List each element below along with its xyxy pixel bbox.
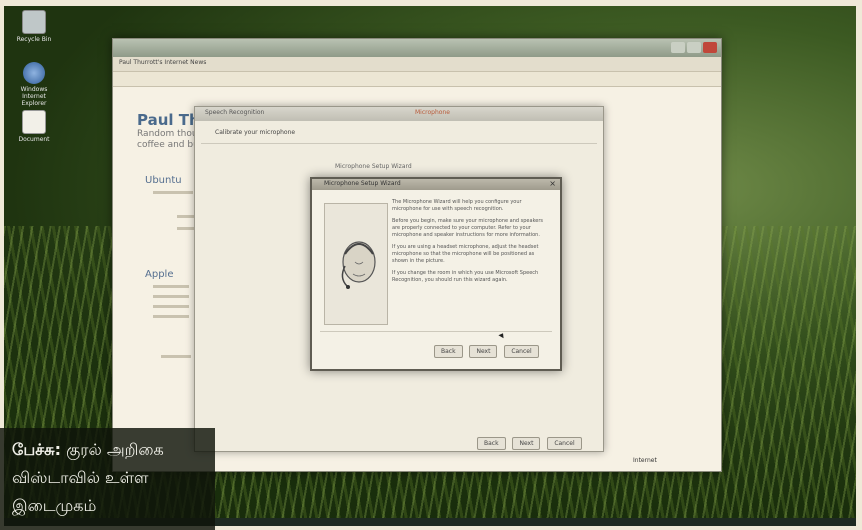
wizard-paragraph: Before you begin, make sure your microph… — [392, 218, 544, 238]
desktop-icon-label: Document — [18, 136, 50, 143]
browser-toolbar — [113, 72, 721, 87]
document-icon — [22, 110, 46, 134]
blog-heading[interactable]: Apple — [145, 269, 173, 280]
wizard-paragraph: If you are using a headset microphone, a… — [392, 244, 539, 264]
headset-person-icon — [341, 241, 376, 289]
desktop-icon-document[interactable]: Document — [12, 110, 56, 143]
browser-titlebar[interactable] — [113, 39, 721, 57]
wizard-button-row: Back Next Cancel — [430, 345, 539, 358]
close-icon[interactable] — [703, 42, 717, 53]
wizard-instructions: The Microphone Wizard will help you conf… — [392, 199, 548, 289]
blog-text-line — [153, 305, 189, 308]
wizard-paragraph: The Microphone Wizard will help you conf… — [392, 199, 522, 212]
recycle-bin-icon — [22, 10, 46, 34]
maximize-icon[interactable] — [687, 42, 701, 53]
blog-text-line — [153, 315, 189, 318]
next-button[interactable]: Next — [512, 437, 541, 450]
browser-tab[interactable]: Paul Thurrott's Internet News — [119, 59, 206, 66]
desktop-icon-recycle-bin[interactable]: Recycle Bin — [12, 10, 56, 43]
divider — [201, 143, 597, 144]
setup-titlebar[interactable]: Speech Recognition Microphone — [195, 107, 603, 121]
cancel-button[interactable]: Cancel — [547, 437, 582, 450]
status-zone: Internet — [633, 457, 657, 464]
caption-lead: பேச்சு: — [12, 440, 61, 459]
setup-title-right: Microphone — [415, 109, 450, 116]
blog-text-line — [153, 285, 189, 288]
browser-tab-bar: Paul Thurrott's Internet News — [113, 57, 721, 72]
internet-explorer-icon — [23, 62, 45, 84]
next-button[interactable]: Next — [469, 345, 498, 358]
blog-text-line — [153, 295, 189, 298]
blog-heading[interactable]: Ubuntu — [145, 175, 182, 186]
microphone-wizard-dialog[interactable]: Microphone Setup Wizard × The Microphone… — [310, 177, 562, 371]
caption-box: பேச்சு: குரல் அறிகை விஸ்டாவில் உள்ள இடைம… — [0, 428, 215, 530]
desktop-icon-label: Recycle Bin — [16, 36, 52, 43]
wizard-paragraph: If you change the room in which you use … — [392, 270, 539, 283]
caption-text: பேச்சு: குரல் அறிகை விஸ்டாவில் உள்ள இடைம… — [12, 436, 208, 520]
back-button[interactable]: Back — [434, 345, 463, 358]
photo-frame: Recycle Bin Windows Internet Explorer Do… — [0, 0, 862, 530]
blog-text-line — [161, 355, 191, 358]
setup-button-row: Back Next Cancel — [473, 437, 582, 450]
desktop-icon-internet-explorer[interactable]: Windows Internet Explorer — [12, 62, 56, 107]
back-button[interactable]: Back — [477, 437, 506, 450]
setup-heading: Calibrate your microphone — [215, 129, 296, 136]
close-icon[interactable]: × — [549, 179, 556, 188]
minimize-icon[interactable] — [671, 42, 685, 53]
desktop-icon-label: Windows Internet Explorer — [20, 86, 48, 107]
wizard-illustration-panel — [324, 203, 388, 325]
divider — [320, 331, 552, 332]
setup-title: Speech Recognition — [205, 109, 265, 116]
setup-caption: Microphone Setup Wizard — [335, 163, 412, 170]
wizard-titlebar[interactable]: Microphone Setup Wizard × — [312, 179, 560, 190]
blog-text-line — [153, 191, 193, 194]
wizard-title: Microphone Setup Wizard — [324, 180, 401, 187]
cancel-button[interactable]: Cancel — [504, 345, 539, 358]
